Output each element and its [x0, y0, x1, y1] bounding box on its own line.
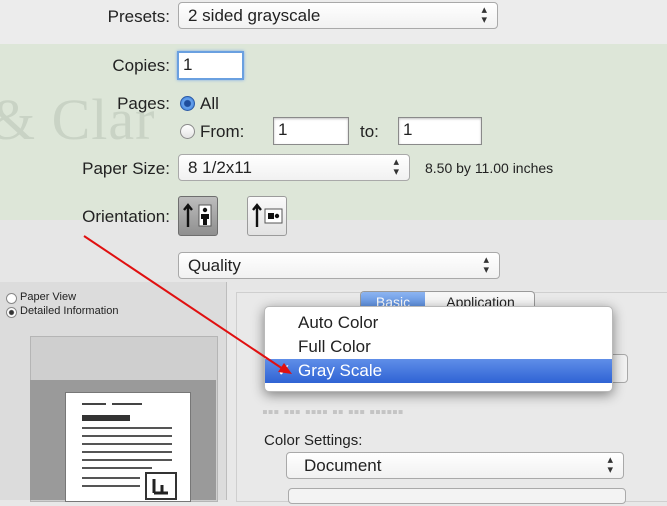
annotation-arrow — [83, 235, 292, 374]
